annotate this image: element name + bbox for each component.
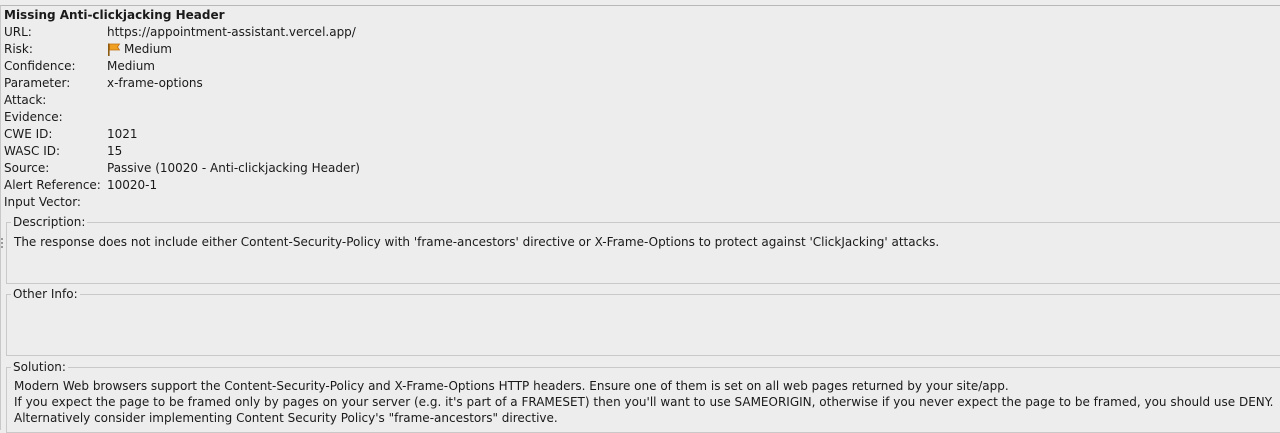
cwe-id-value: 1021 [107, 127, 138, 141]
evidence-label: Evidence: [4, 110, 63, 124]
input-vector-label: Input Vector: [4, 195, 81, 209]
alert-title: Missing Anti-clickjacking Header [4, 8, 225, 22]
alert-details-panel: Missing Anti-clickjacking Header URL: ht… [0, 5, 1280, 433]
url-value[interactable]: https://appointment-assistant.vercel.app… [107, 24, 356, 41]
solution-line-1: Modern Web browsers support the Content-… [14, 379, 1009, 393]
solution-legend: Solution: [11, 360, 68, 374]
source-value: Passive (10020 - Anti-clickjacking Heade… [107, 161, 360, 175]
risk-value: Medium [124, 42, 172, 56]
confidence-label: Confidence: [4, 59, 76, 73]
alert-reference-value: 10020-1 [107, 178, 158, 192]
solution-line-2: If you expect the page to be framed only… [14, 395, 1274, 425]
confidence-value: Medium [107, 59, 155, 73]
description-legend: Description: [11, 215, 88, 229]
other-info-legend: Other Info: [11, 287, 80, 301]
url-label: URL: [4, 25, 32, 39]
wasc-id-value: 15 [107, 144, 123, 158]
alert-reference-label: Alert Reference: [4, 178, 101, 192]
source-label: Source: [4, 161, 50, 175]
orange-flag-icon [107, 43, 121, 56]
parameter-value: x-frame-options [107, 76, 203, 90]
other-info-group: Other Info: [6, 287, 1280, 356]
parameter-label: Parameter: [4, 76, 71, 90]
solution-group: Solution: Modern Web browsers support th… [6, 360, 1280, 433]
attack-label: Attack: [4, 93, 47, 107]
solution-text[interactable]: Modern Web browsers support the Content-… [14, 378, 1280, 426]
cwe-id-label: CWE ID: [4, 127, 53, 141]
resize-grip-icon[interactable] [1, 236, 4, 252]
risk-value-wrap: Medium [107, 41, 172, 58]
description-text[interactable]: The response does not include either Con… [14, 234, 1274, 250]
wasc-id-label: WASC ID: [4, 144, 61, 158]
description-group: Description: The response does not inclu… [6, 215, 1280, 284]
risk-label: Risk: [4, 42, 33, 56]
